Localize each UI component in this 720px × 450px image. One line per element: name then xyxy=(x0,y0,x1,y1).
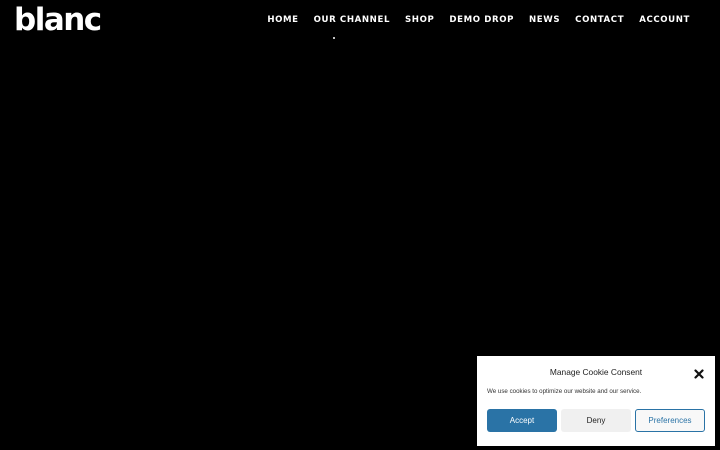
nav-item-home[interactable]: HOME xyxy=(267,14,298,26)
nav-item-demo-drop[interactable]: DEMO DROP xyxy=(449,14,514,26)
close-icon-glyph xyxy=(694,369,704,379)
nav-item-news[interactable]: NEWS xyxy=(529,14,560,26)
preferences-button[interactable]: Preferences xyxy=(635,409,705,432)
nav-item-shop[interactable]: SHOP xyxy=(405,14,434,26)
deny-button[interactable]: Deny xyxy=(561,409,631,432)
nav-item-our-channel[interactable]: OUR CHANNEL xyxy=(314,14,390,26)
cookie-dialog-message: We use cookies to optimize our website a… xyxy=(487,388,642,395)
main-nav: HOME OUR CHANNEL SHOP DEMO DROP NEWS CON… xyxy=(252,14,690,26)
cookie-dialog-title: Manage Cookie Consent xyxy=(549,367,643,377)
close-icon[interactable] xyxy=(694,366,704,379)
page: blanc HOME OUR CHANNEL SHOP DEMO DROP NE… xyxy=(0,0,720,450)
nav-item-account[interactable]: ACCOUNT xyxy=(639,14,690,26)
nav-item-contact[interactable]: CONTACT xyxy=(575,14,624,26)
site-logo[interactable]: blanc xyxy=(14,2,102,38)
cookie-consent-dialog: Manage Cookie Consent We use cookies to … xyxy=(477,356,715,446)
accept-button[interactable]: Accept xyxy=(487,409,557,432)
nav-active-indicator xyxy=(333,37,335,39)
